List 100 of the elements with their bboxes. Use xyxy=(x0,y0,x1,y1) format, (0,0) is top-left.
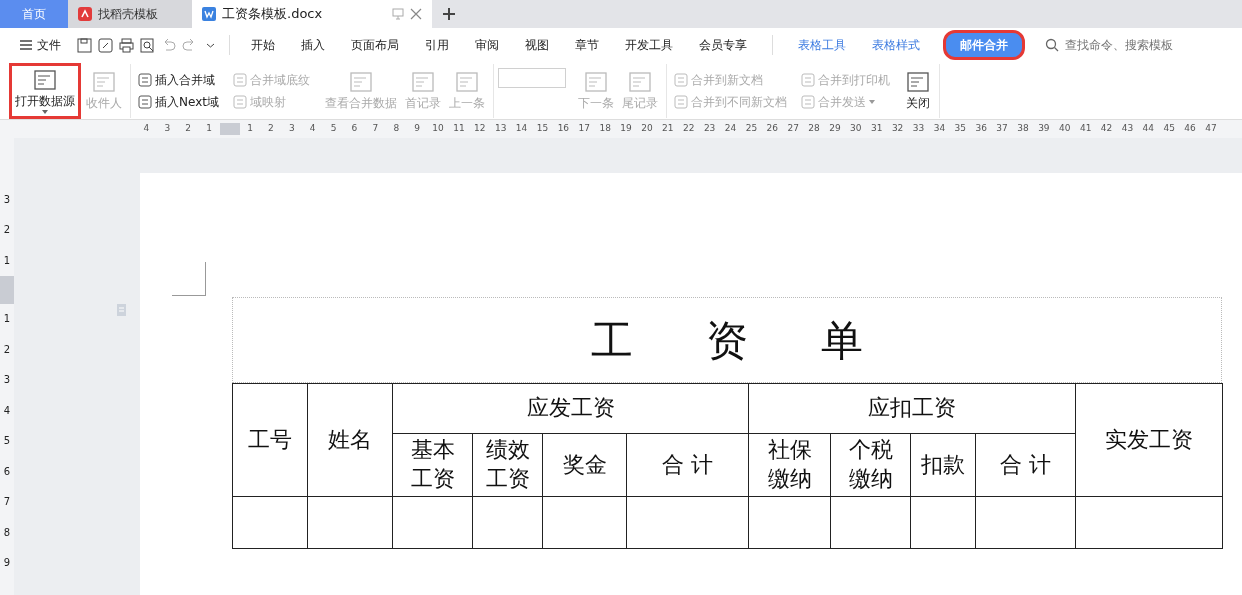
ruler-number: 2 xyxy=(2,342,12,357)
ribbon-tab[interactable]: 页面布局 xyxy=(340,31,410,59)
ribbon-tab[interactable]: 章节 xyxy=(564,31,610,59)
field-icon xyxy=(673,94,688,109)
header-cell-text: 奖金 xyxy=(562,450,607,479)
ruler-number: 9 xyxy=(2,556,12,571)
ribbon-tab[interactable]: 开发工具 xyxy=(614,31,684,59)
ruler-number: 21 xyxy=(661,122,675,136)
document-icon xyxy=(582,69,609,94)
menu-icon xyxy=(19,39,33,51)
ribbon-tab[interactable]: 表格工具 xyxy=(787,31,857,59)
ruler-number: 32 xyxy=(890,122,905,136)
ruler-number: 46 xyxy=(1183,122,1197,136)
ruler-number: 7 xyxy=(2,495,12,510)
close-icon[interactable] xyxy=(410,8,422,20)
ruler-margin xyxy=(0,275,14,304)
ruler-number: 4 xyxy=(308,122,317,136)
ruler-number: 39 xyxy=(1037,122,1051,136)
ruler-number: 31 xyxy=(870,122,884,136)
ruler-number: 36 xyxy=(974,122,988,136)
search-icon xyxy=(1045,38,1059,52)
field-icon xyxy=(232,72,247,87)
ruler-number: 7 xyxy=(371,122,380,136)
ribbon-tab[interactable]: 会员专享 xyxy=(688,31,758,59)
crop-mark xyxy=(172,262,206,296)
ruler-number: 2 xyxy=(184,122,193,136)
document-icon xyxy=(347,69,374,94)
ruler-number: 2 xyxy=(267,122,275,136)
ruler-number: 37 xyxy=(995,122,1009,136)
ruler-number: 11 xyxy=(452,122,466,136)
ruler-number: 3 xyxy=(2,373,12,388)
ruler-number: 17 xyxy=(577,122,591,136)
ruler-number: 33 xyxy=(911,122,926,136)
header-cell: 实发工资 xyxy=(1075,383,1223,497)
ruler-number: 5 xyxy=(2,434,12,449)
ribbon-tab[interactable]: 开始 xyxy=(240,31,286,59)
ruler-number: 47 xyxy=(1204,122,1218,136)
plus-icon xyxy=(442,7,456,21)
printer-icon[interactable] xyxy=(118,36,135,54)
document-icon xyxy=(626,69,653,94)
ribbon-tab[interactable]: 表格样式 xyxy=(861,31,931,59)
field-icon xyxy=(673,72,688,87)
header-cell-text: 基本工资 xyxy=(409,436,456,493)
ruler-number: 1 xyxy=(246,122,254,136)
ruler-number: 42 xyxy=(1099,122,1114,136)
ruler-number: 29 xyxy=(828,122,842,136)
ruler-number: 40 xyxy=(1058,122,1072,136)
record-number-field[interactable] xyxy=(497,67,566,88)
ruler-number: 20 xyxy=(640,122,654,136)
ruler-number: 4 xyxy=(142,122,151,136)
ruler-number: 27 xyxy=(786,122,800,136)
header-cell-text: 合 计 xyxy=(1000,450,1051,479)
ruler-number: 22 xyxy=(682,122,696,136)
field-icon xyxy=(232,94,247,109)
ruler-number: 4 xyxy=(2,403,12,418)
ribbon-button[interactable]: 关闭 xyxy=(901,67,934,114)
ruler-number: 28 xyxy=(807,122,821,136)
print-preview-icon[interactable] xyxy=(139,36,156,54)
ribbon-tab[interactable]: 插入 xyxy=(290,31,336,59)
file-menu-button[interactable]: 文件 xyxy=(8,31,72,59)
docer-logo-icon xyxy=(78,7,92,21)
ruler-number: 34 xyxy=(932,122,947,136)
window-tab[interactable]: 找稻壳模板 xyxy=(68,0,192,28)
ribbon-tab[interactable]: 审阅 xyxy=(464,31,510,59)
ruler-number: 14 xyxy=(514,122,529,136)
window-tab[interactable]: 工资条模板.docx xyxy=(192,0,432,28)
ruler-number: 10 xyxy=(431,122,445,136)
ruler-number: 26 xyxy=(765,122,779,136)
word-document-icon xyxy=(202,7,216,21)
ruler-number: 6 xyxy=(350,122,359,136)
ruler-number: 16 xyxy=(556,122,571,136)
header-cell-text: 合 计 xyxy=(662,450,713,479)
ribbon-tab[interactable]: 引用 xyxy=(414,31,460,59)
header-cell-text: 社保缴纳 xyxy=(766,436,813,493)
ruler-number: 38 xyxy=(1016,122,1030,136)
ribbon-button[interactable]: 打开数据源 xyxy=(9,62,81,119)
table-title: 工 资 单 xyxy=(232,297,1222,383)
ribbon-tab[interactable]: 视图 xyxy=(514,31,560,59)
ruler-number: 25 xyxy=(744,122,759,136)
ruler-number: 1 xyxy=(2,253,12,268)
ribbon-button[interactable]: 插入Next域 xyxy=(135,90,222,113)
ruler-number: 1 xyxy=(2,312,12,327)
ruler-number: 35 xyxy=(953,122,967,136)
document-icon xyxy=(409,69,436,94)
header-cell: 应发工资 xyxy=(392,383,749,434)
header-cell: 工号 xyxy=(232,383,308,497)
document-icon xyxy=(32,67,58,92)
field-icon xyxy=(800,94,815,109)
save-icon[interactable] xyxy=(76,36,93,54)
monitor-icon[interactable] xyxy=(392,8,404,20)
ruler-number: 3 xyxy=(163,122,172,136)
ruler-number: 45 xyxy=(1162,122,1176,136)
ribbon-button[interactable]: 插入合并域 xyxy=(135,68,222,91)
ruler-number: 9 xyxy=(413,122,421,136)
document-icon xyxy=(453,69,480,94)
header-cell-text: 扣款 xyxy=(921,450,965,479)
ruler-number: 6 xyxy=(2,464,12,479)
document-icon xyxy=(904,69,931,94)
ruler-number: 13 xyxy=(493,122,508,136)
ruler-number: 23 xyxy=(702,122,717,136)
